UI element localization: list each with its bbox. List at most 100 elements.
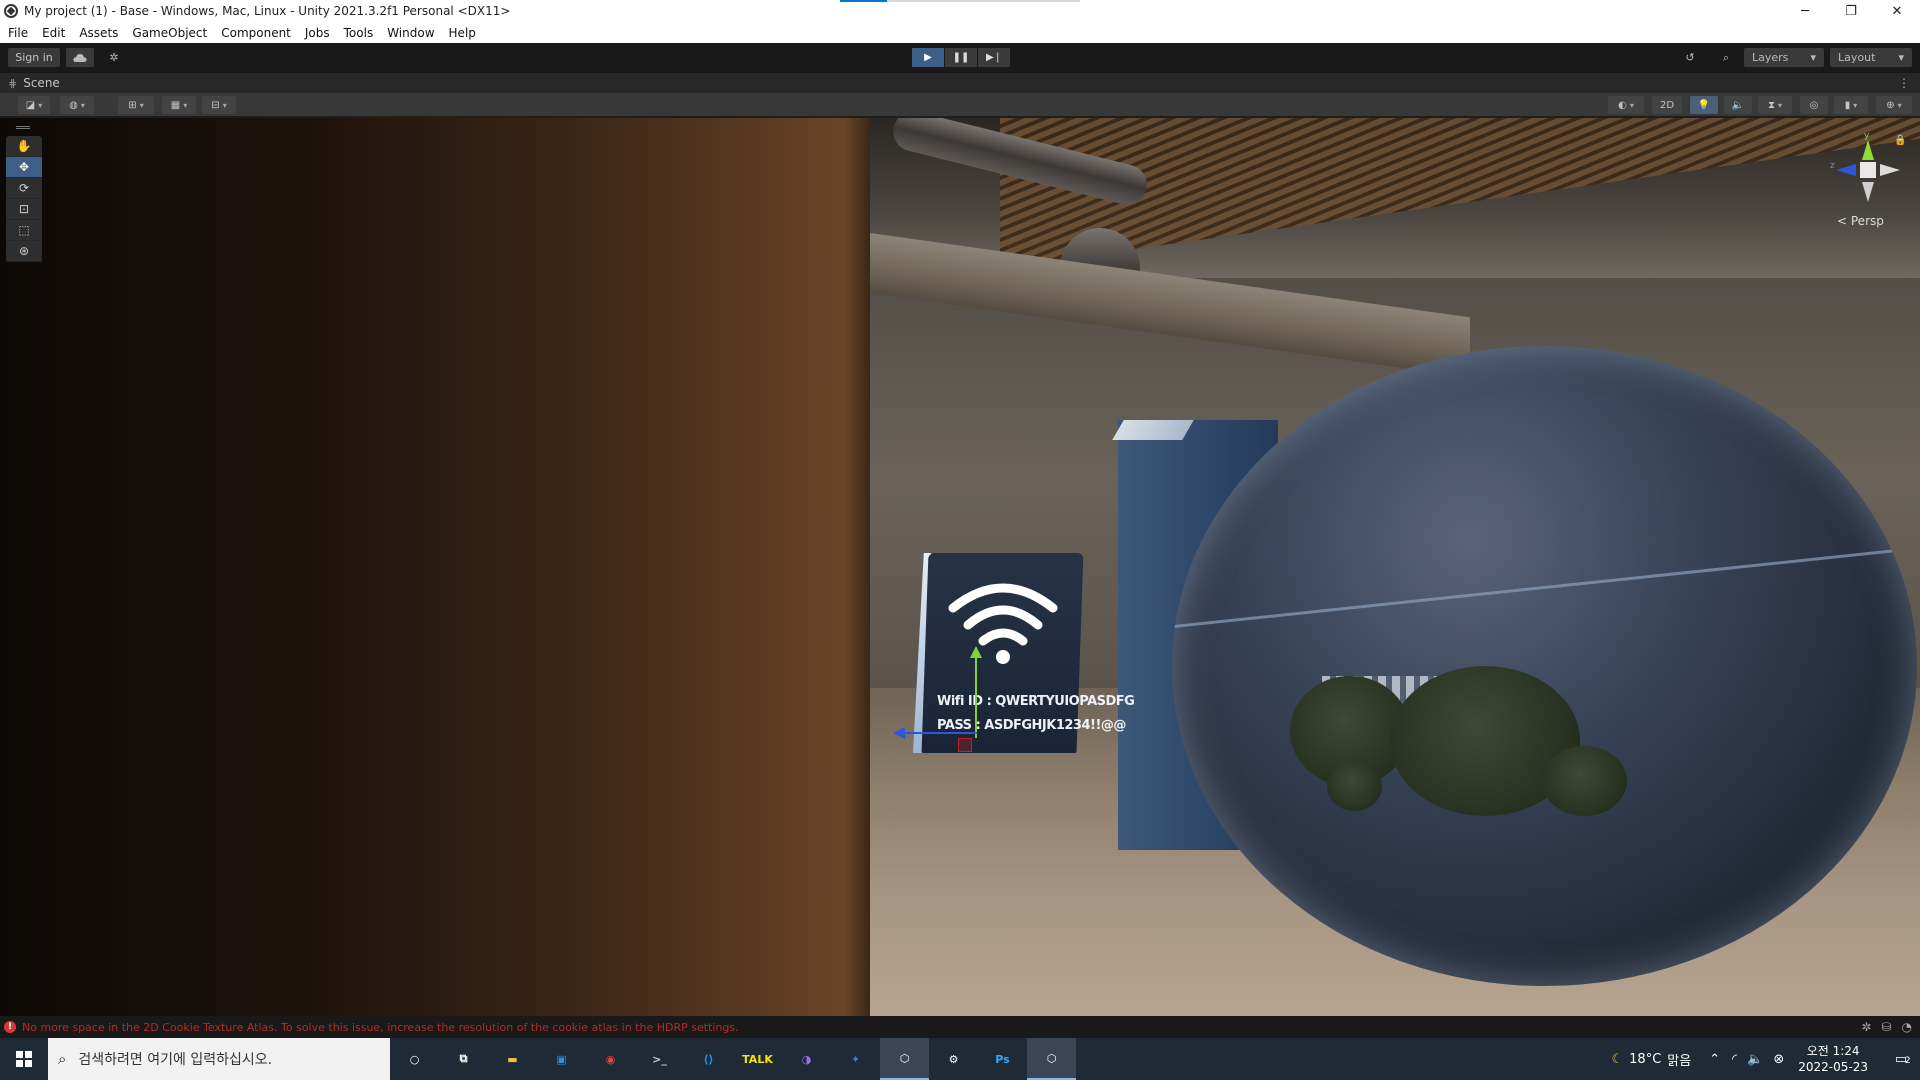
move-handle-y[interactable] [975,656,977,738]
github-desktop-icon[interactable]: ◑ [782,1038,831,1080]
camera-settings-dropdown[interactable]: ▮ ▾ [1834,96,1868,114]
step-button[interactable]: ▶❘ [978,48,1010,67]
network-icon[interactable]: ◜ [1732,1052,1737,1067]
notification-center-icon[interactable]: ▭ 2 [1882,1038,1920,1080]
scene-viewport[interactable]: Wifi ID : QWERTYUIOPASDFG PASS : ASDFGHJ… [0,118,1920,1016]
sign-in-button[interactable]: Sign in [8,48,60,67]
menu-gameobject[interactable]: GameObject [126,26,213,40]
gizmos-dropdown[interactable]: ⊕ ▾ [1876,96,1912,114]
volume-icon[interactable]: 🔈 [1747,1052,1763,1067]
grid-toggle-dropdown[interactable]: ▦ ▾ [162,96,196,114]
menu-component[interactable]: Component [215,26,297,40]
move-tool-icon[interactable]: ✥ [6,157,42,178]
store-icon-glyph: ▣ [556,1052,567,1066]
chevron-up-icon[interactable]: ⌃ [1709,1052,1720,1067]
water-line [1173,547,1916,628]
fish-bowl[interactable] [1172,346,1917,986]
tab-scene[interactable]: ⋕ Scene [0,76,60,90]
persp-text: Persp [1850,214,1884,228]
photoshop-icon-glyph: Ps [995,1052,1010,1066]
unity-hub-icon[interactable]: ⬡ [880,1038,929,1080]
unity-icon-glyph: ⬡ [1046,1051,1057,1065]
menu-tools[interactable]: Tools [338,26,380,40]
terminal-icon-glyph: >_ [652,1052,667,1066]
snap-increment-dropdown[interactable]: ⊟ ▾ [202,96,236,114]
settings-icon-glyph: ⚙ [948,1052,959,1066]
unity-icon[interactable]: ⬡ [1027,1038,1076,1080]
lighting-toggle-icon[interactable]: 💡 [1690,96,1718,114]
draw-mode-dropdown[interactable]: ◪ ▾ [18,96,50,114]
playmode-controls: ▶ ❚❚ ▶❘ [912,48,1010,67]
grid-snap-dropdown[interactable]: ⊞ ▾ [118,96,154,114]
audio-toggle-icon[interactable]: 🔈 [1724,96,1752,114]
kakaotalk-icon-glyph: TALK [742,1052,773,1066]
console-error-message[interactable]: No more space in the 2D Cookie Texture A… [22,1021,739,1034]
chrome-icon[interactable]: ◉ [586,1038,635,1080]
file-explorer-icon[interactable]: ▬ [488,1038,537,1080]
move-plane-handle[interactable] [958,738,972,752]
taskbar-search-input[interactable]: ⌕ 검색하려면 여기에 입력하십시오. [48,1038,390,1080]
menu-jobs[interactable]: Jobs [299,26,336,40]
wifi-id-text: Wifi ID : QWERTYUIOPASDFG [937,694,1135,709]
chevron-down-icon: ▾ [1629,100,1634,110]
scene-tab-bar: ⋕ Scene ⋮ [0,73,1920,93]
toggle-2d-button[interactable]: 2D [1652,96,1682,114]
move-handle-z[interactable] [905,732,977,734]
vscode-icon[interactable]: ⟨⟩ [684,1038,733,1080]
shading-dropdown[interactable]: ◐ ▾ [1608,96,1644,114]
cortana-icon[interactable]: ○ [390,1038,439,1080]
taskbar-apps: ○ ⧉ ▬ ▣ ◉ >_ ⟨⟩ TALK ◑ ✦ ⬡ ⚙ Ps ⬡ [390,1038,1076,1080]
move-handle-y-arrow-icon[interactable] [970,646,982,658]
menu-window[interactable]: Window [381,26,440,40]
menu-help[interactable]: Help [443,26,482,40]
photoshop-icon[interactable]: Ps [978,1038,1027,1080]
windows-start-icon[interactable] [0,1038,48,1080]
clock[interactable]: 오전 1:24 2022-05-23 [1798,1043,1868,1075]
play-button[interactable]: ▶ [912,48,944,67]
kakaotalk-icon[interactable]: TALK [733,1038,782,1080]
pause-button[interactable]: ❚❚ [945,48,977,67]
history-icon[interactable]: ↺ [1676,48,1704,67]
grid-icon: ⊞ [128,99,137,111]
cloud-icon[interactable] [66,48,94,67]
ime-icon[interactable]: ⊗ [1773,1052,1784,1067]
render-mode-dropdown[interactable]: ◍ ▾ [60,96,94,114]
layers-dropdown[interactable]: Layers ▾ [1744,48,1824,67]
move-handle-z-arrow-icon[interactable] [893,727,905,739]
weather-widget[interactable]: ☾ 18°C 맑음 [1612,1050,1692,1069]
snap-icon: ⊟ [211,99,220,111]
task-view-icon[interactable]: ⧉ [439,1038,488,1080]
rect-tool-icon[interactable]: ⬚ [6,220,42,241]
close-button[interactable]: ✕ [1874,0,1920,22]
sourcetree-icon[interactable]: ✦ [831,1038,880,1080]
progress-icon[interactable]: ◔ [1902,1020,1912,1034]
debug-icon[interactable]: ✲ [1861,1020,1871,1034]
cache-icon[interactable]: ⛁ [1881,1020,1891,1034]
menu-file[interactable]: File [2,26,34,40]
hand-tool-icon[interactable]: ✋ [6,136,42,157]
search-icon[interactable]: ⌕ [1712,48,1740,67]
minimize-button[interactable]: ─ [1782,0,1828,22]
tools-grip-icon[interactable] [16,126,30,129]
menu-edit[interactable]: Edit [36,26,71,40]
wooden-partition [0,118,870,1016]
menu-assets[interactable]: Assets [73,26,124,40]
rotate-tool-icon[interactable]: ⟳ [6,178,42,199]
search-placeholder: 검색하려면 여기에 입력하십시오. [78,1052,273,1068]
globe-icon: ◍ [69,99,78,111]
terminal-icon[interactable]: >_ [635,1038,684,1080]
effects-dropdown[interactable]: ⧗ ▾ [1758,96,1792,114]
transform-tool-icon[interactable]: ⊛ [6,241,42,262]
gizmo-y-label: y [1864,132,1870,141]
tab-menu-icon[interactable]: ⋮ [1898,76,1910,90]
store-icon[interactable]: ▣ [537,1038,586,1080]
hidden-objects-icon[interactable]: ◎ [1800,96,1828,114]
weather-text: 맑음 [1667,1053,1692,1069]
scale-tool-icon[interactable]: ⊡ [6,199,42,220]
collab-icon[interactable]: ✲ [100,48,128,67]
maximize-button[interactable]: ❐ [1828,0,1874,22]
settings-icon[interactable]: ⚙ [929,1038,978,1080]
persp-label[interactable]: < Persp [1837,214,1884,228]
layout-dropdown[interactable]: Layout ▾ [1830,48,1912,67]
lock-icon[interactable]: 🔒 [1894,135,1906,146]
